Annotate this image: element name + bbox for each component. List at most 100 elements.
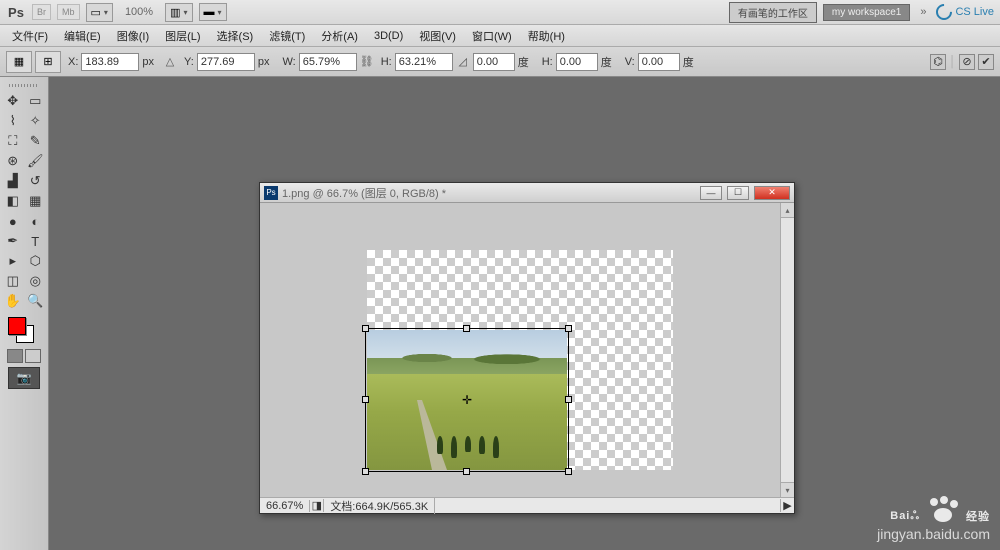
watermark: Baiஃ 经验 jingyan.baidu.com <box>877 498 990 542</box>
x-input[interactable] <box>81 53 139 71</box>
toolbox: ✥▭ ⌇✧ ⛶✎ ⊛🖌 ▟↺ ◧▦ ●◐ ✒T ▸⬡ ◫◎ ✋🔍 📷 <box>0 77 49 550</box>
minimize-button[interactable]: — <box>700 186 722 200</box>
x-unit: px <box>142 56 154 68</box>
menu-select[interactable]: 选择(S) <box>209 25 262 47</box>
lasso-tool[interactable]: ⌇ <box>2 111 24 131</box>
w-label: W: <box>282 56 295 68</box>
eyedropper-tool[interactable]: ✎ <box>25 131 47 151</box>
workspace-more-icon[interactable]: » <box>916 6 930 18</box>
angle-icon: ◿ <box>456 54 470 70</box>
3d-tool[interactable]: ◫ <box>2 271 24 291</box>
workspace-cn[interactable]: 有画笔的工作区 <box>729 2 817 23</box>
document-canvas-area[interactable]: ✛ <box>260 203 780 497</box>
commit-transform-button[interactable]: ✔ <box>978 54 994 70</box>
menu-layer[interactable]: 图层(L) <box>157 25 208 47</box>
menu-file[interactable]: 文件(F) <box>4 25 56 47</box>
cancel-transform-button[interactable]: ⊘ <box>959 54 975 70</box>
history-brush-tool[interactable]: ↺ <box>25 171 47 191</box>
skew-h-unit: 度 <box>601 54 612 70</box>
reference-point-icon[interactable]: ⊞ <box>35 51 61 73</box>
toolbox-grip[interactable] <box>2 81 46 89</box>
image-layer[interactable] <box>367 330 567 470</box>
skew-v-label: V: <box>625 56 635 68</box>
y-input[interactable] <box>197 53 255 71</box>
dodge-tool[interactable]: ◐ <box>25 211 47 231</box>
menu-3d[interactable]: 3D(D) <box>366 27 411 45</box>
mb-button[interactable]: Mb <box>57 4 80 20</box>
gradient-tool[interactable]: ▦ <box>25 191 47 211</box>
skew-v-input[interactable] <box>638 53 680 71</box>
menu-view[interactable]: 视图(V) <box>411 25 464 47</box>
menu-bar: 文件(F) 编辑(E) 图像(I) 图层(L) 选择(S) 滤镜(T) 分析(A… <box>0 25 1000 47</box>
menu-edit[interactable]: 编辑(E) <box>56 25 109 47</box>
color-swatches[interactable] <box>2 315 46 347</box>
watermark-brand: Baiஃ <box>890 510 920 524</box>
pen-tool[interactable]: ✒ <box>2 231 24 251</box>
shape-tool[interactable]: ⬡ <box>25 251 47 271</box>
blur-tool[interactable]: ● <box>2 211 24 231</box>
status-play-icon[interactable]: ▶ <box>780 499 794 512</box>
zoom-value[interactable]: 100% <box>119 4 159 20</box>
arrange-select[interactable]: ▥ <box>165 3 192 22</box>
y-label: Y: <box>184 56 194 68</box>
menu-filter[interactable]: 滤镜(T) <box>261 25 313 47</box>
status-docsize[interactable]: 文档:664.9K/565.3K <box>324 498 435 514</box>
foreground-color-swatch[interactable] <box>8 317 26 335</box>
stamp-tool[interactable]: ▟ <box>2 171 24 191</box>
quickmask-mode-button[interactable] <box>25 349 41 363</box>
standard-mode-button[interactable] <box>7 349 23 363</box>
status-expand-icon[interactable]: ◨ <box>310 499 324 512</box>
healing-tool[interactable]: ⊛ <box>2 151 24 171</box>
move-tool[interactable]: ✥ <box>2 91 24 111</box>
skew-v-unit: 度 <box>683 54 694 70</box>
w-input[interactable] <box>299 53 357 71</box>
h-input[interactable] <box>395 53 453 71</box>
brush-tool[interactable]: 🖌 <box>25 151 47 171</box>
document-titlebar[interactable]: Ps 1.png @ 66.7% (图层 0, RGB/8) * — ☐ ✕ <box>260 183 794 203</box>
hand-tool[interactable]: ✋ <box>2 291 24 311</box>
app-top-bar: Ps Br Mb ▭ 100% ▥ ▬ 有画笔的工作区 my workspace… <box>0 0 1000 25</box>
close-button[interactable]: ✕ <box>754 186 790 200</box>
maximize-button[interactable]: ☐ <box>727 186 749 200</box>
document-title: 1.png @ 66.7% (图层 0, RGB/8) * <box>282 185 695 201</box>
menu-image[interactable]: 图像(I) <box>109 25 157 47</box>
cs-live-button[interactable]: CS Live <box>936 4 994 20</box>
angle-input[interactable] <box>473 53 515 71</box>
menu-window[interactable]: 窗口(W) <box>464 25 520 47</box>
status-zoom[interactable]: 66.67% <box>260 500 310 512</box>
document-icon: Ps <box>264 186 278 200</box>
marquee-tool[interactable]: ▭ <box>25 91 47 111</box>
skew-h-label: H: <box>542 56 553 68</box>
options-bar: ▦ ⊞ X: px △ Y: px W: ⛓ H: ◿ 度 H: 度 V: 度 … <box>0 47 1000 77</box>
canvas[interactable]: ✛ <box>367 250 673 470</box>
workspace-name[interactable]: my workspace1 <box>823 4 910 21</box>
link-xy-icon[interactable]: △ <box>163 54 177 70</box>
path-select-tool[interactable]: ▸ <box>2 251 24 271</box>
type-tool[interactable]: T <box>25 231 47 251</box>
x-label: X: <box>68 56 78 68</box>
ps-logo: Ps <box>6 4 26 20</box>
link-wh-icon[interactable]: ⛓ <box>360 54 374 70</box>
zoom-tool[interactable]: 🔍 <box>25 291 47 311</box>
crop-tool[interactable]: ⛶ <box>2 131 24 151</box>
menu-analysis[interactable]: 分析(A) <box>313 25 366 47</box>
warp-button[interactable]: ⌬ <box>930 54 946 70</box>
watermark-url: jingyan.baidu.com <box>877 526 990 542</box>
paw-icon <box>926 498 960 524</box>
transform-tool-icon[interactable]: ▦ <box>6 51 32 73</box>
screen-mode-button[interactable]: 📷 <box>8 367 40 389</box>
magic-wand-tool[interactable]: ✧ <box>25 111 47 131</box>
document-window: Ps 1.png @ 66.7% (图层 0, RGB/8) * — ☐ ✕ <box>259 182 795 514</box>
eraser-tool[interactable]: ◧ <box>2 191 24 211</box>
y-unit: px <box>258 56 270 68</box>
3d-camera-tool[interactable]: ◎ <box>25 271 47 291</box>
vertical-scrollbar[interactable] <box>780 203 794 497</box>
skew-h-input[interactable] <box>556 53 598 71</box>
menu-help[interactable]: 帮助(H) <box>520 25 573 47</box>
h-label: H: <box>381 56 392 68</box>
watermark-cn: 经验 <box>966 508 990 524</box>
screen-mode-select[interactable]: ▭ <box>86 3 113 22</box>
angle-unit: 度 <box>518 54 529 70</box>
br-button[interactable]: Br <box>32 4 51 20</box>
view-select[interactable]: ▬ <box>199 3 227 21</box>
